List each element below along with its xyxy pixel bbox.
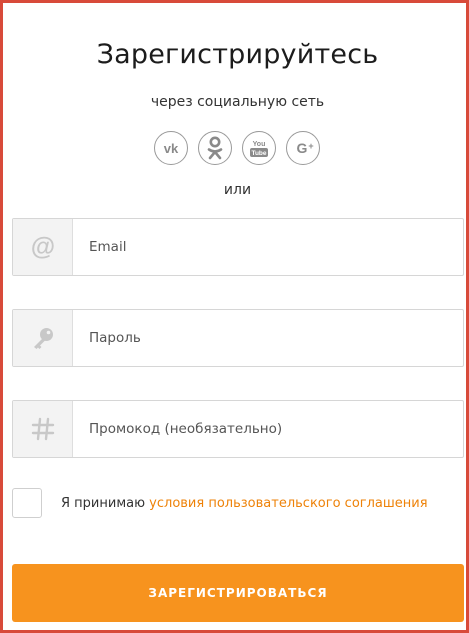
social-buttons: vk You Tube G +: [154, 131, 320, 165]
password-input[interactable]: [73, 310, 463, 366]
svg-text:G: G: [297, 140, 308, 156]
registration-panel: Зарегистрируйтесь через социальную сеть …: [0, 0, 469, 633]
promo-field: [12, 400, 464, 458]
odnoklassniki-icon: [207, 136, 223, 160]
svg-text:You: You: [253, 141, 266, 148]
email-addon: @: [13, 219, 73, 275]
svg-text:@: @: [30, 234, 54, 260]
google-plus-login-button[interactable]: G +: [286, 131, 320, 165]
svg-text:vk: vk: [164, 141, 179, 155]
vk-icon: vk: [164, 141, 179, 155]
page-title: Зарегистрируйтесь: [96, 39, 379, 70]
password-addon: [13, 310, 73, 366]
promo-addon: [13, 401, 73, 457]
at-sign-icon: @: [30, 234, 54, 260]
email-field: @: [12, 218, 464, 276]
svg-text:+: +: [308, 141, 313, 151]
key-icon: [33, 328, 53, 349]
agreement-link[interactable]: условия пользовательского соглашения: [149, 496, 427, 511]
password-field: [12, 309, 464, 367]
agreement-text: Я принимаю условия пользовательского сог…: [61, 496, 428, 511]
email-input[interactable]: [73, 219, 463, 275]
youtube-login-button[interactable]: You Tube: [242, 131, 276, 165]
agreement-label: Я принимаю: [61, 496, 150, 511]
register-button[interactable]: ЗАРЕГИСТРИРОВАТЬСЯ: [12, 564, 464, 622]
promo-input[interactable]: [73, 401, 463, 457]
vk-login-button[interactable]: vk: [154, 131, 188, 165]
svg-text:Tube: Tube: [251, 150, 266, 157]
social-subtitle: через социальную сеть: [150, 94, 325, 110]
or-separator: или: [223, 182, 252, 198]
hash-icon: [31, 417, 54, 441]
youtube-icon: You Tube: [250, 141, 268, 157]
agreement-checkbox[interactable]: [12, 488, 42, 518]
odnoklassniki-login-button[interactable]: [198, 131, 232, 165]
google-plus-icon: G +: [297, 140, 314, 156]
